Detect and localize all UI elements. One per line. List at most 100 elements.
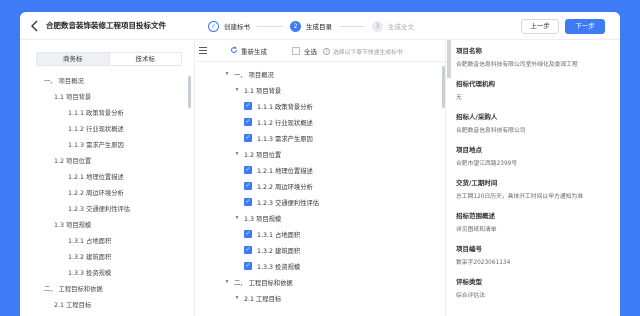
field-label: 招标范围概述: [456, 212, 495, 220]
header-bar: 合肥数音装饰装修工程项目投标文件 ✓ 创建标书 2 生成目录 3 生成全文 上一…: [20, 12, 620, 40]
field-label: 评标类型: [456, 278, 482, 286]
caret-down-icon[interactable]: ▾: [224, 71, 230, 77]
info-field: 项目名称 合肥数音信息科技有限公司室外绿化及景观工程: [456, 45, 616, 68]
outline-item[interactable]: 1.3.3 投资规模: [20, 266, 188, 282]
selection-toolbar: 重新生成 全选 i 选择以下章节快速生成标书: [196, 40, 446, 62]
chapter-label: 1.3.2 建筑面积: [257, 247, 301, 255]
outline-scrollbar[interactable]: [188, 76, 191, 108]
chapter-tree-row[interactable]: ▾ 1.3 项目规模: [196, 210, 442, 226]
chapter-tree-row[interactable]: ▾ 1.2 项目位置: [196, 146, 442, 162]
field-label: 项目编号: [456, 245, 482, 253]
outline-item[interactable]: 1.2.1 地理位置描述: [20, 170, 188, 186]
checkbox-checked[interactable]: ✓: [244, 230, 252, 238]
chapter-label: 1.2.3 交通便利性评估: [257, 199, 320, 207]
chapter-selection-panel: 重新生成 全选 i 选择以下章节快速生成标书 ▾ 一、 项目概况 ▾ 1.1 项目背景…: [196, 40, 446, 316]
list-icon[interactable]: [199, 47, 207, 54]
outline-item[interactable]: 二、 工程目标和依据: [20, 282, 188, 298]
chapter-label: 1.2.2 周边环境分析: [257, 183, 313, 191]
step-1-number: ✓: [208, 20, 219, 32]
selection-hint: i 选择以下章节快速生成标书: [323, 47, 403, 56]
chapter-tree-row[interactable]: ✓ 1.3.1 占地面积: [196, 226, 442, 242]
checkbox-checked[interactable]: ✓: [244, 198, 252, 206]
chapter-tree-row[interactable]: ✓ 1.2.1 地理位置描述: [196, 162, 442, 178]
caret-down-icon[interactable]: ▾: [234, 215, 240, 221]
chapter-tree-row[interactable]: ▾ 一、 项目概况: [196, 66, 442, 82]
chapter-label: 1.1.2 行业现状概述: [257, 119, 313, 127]
select-all-checkbox[interactable]: 全选: [292, 46, 317, 56]
outline-item[interactable]: 2.1 工程目标: [20, 298, 188, 314]
step-create[interactable]: ✓ 创建标书: [208, 20, 250, 32]
info-field: 评标类型 综合评估法: [456, 276, 616, 299]
chapter-tree-row[interactable]: ✓ 1.2.3 交通便利性评估: [196, 194, 442, 210]
regenerate-button[interactable]: 重新生成: [230, 46, 267, 56]
project-info-panel: 项目名称 合肥数音信息科技有限公司室外绿化及景观工程 招标代理机构无招标人/采购人合…: [447, 40, 620, 316]
tab-business[interactable]: 商务标: [37, 53, 109, 65]
chapter-tree: ▾ 一、 项目概况 ▾ 1.1 项目背景 ✓ 1.1.1 政策背景分析 ✓ 1.1.2 行业现…: [196, 66, 442, 306]
step-fulltext[interactable]: 3 生成全文: [372, 20, 414, 32]
outline-item[interactable]: 1.3 项目规模: [20, 218, 188, 234]
step-2-number: 2: [290, 20, 301, 32]
checkbox-checked[interactable]: ✓: [244, 134, 252, 142]
info-field: 项目地点 合肥市望江西路2399号: [456, 144, 616, 167]
outline-item[interactable]: 1.3.1 占地面积: [20, 234, 188, 250]
caret-down-icon[interactable]: ▾: [234, 87, 240, 93]
field-label: 项目名称: [456, 47, 482, 55]
chevron-left-icon[interactable]: [30, 20, 42, 32]
step-3-number: 3: [372, 20, 383, 32]
chapter-label: 2.1 工程目标: [244, 295, 282, 303]
tab-technical[interactable]: 技术标: [108, 53, 182, 65]
field-label: 交货/工期时间: [456, 179, 498, 187]
checkbox-checked[interactable]: ✓: [244, 246, 252, 254]
caret-down-icon[interactable]: ▾: [224, 279, 230, 285]
previous-step-button[interactable]: 上一步: [521, 19, 559, 34]
checkbox[interactable]: [292, 47, 300, 55]
info-scrollbar[interactable]: [447, 40, 451, 78]
step-2-label: 生成目录: [306, 23, 332, 31]
page-title: 合肥数音装饰装修工程项目投标文件: [46, 21, 166, 30]
info-field: 招标范围概述 详见图纸和清单: [456, 210, 616, 233]
chapter-label: 1.3 项目规模: [244, 215, 282, 223]
bid-type-tabs: 商务标 技术标: [36, 52, 182, 66]
step-indicator: ✓ 创建标书 2 生成目录 3 生成全文: [208, 19, 414, 33]
info-field: 交货/工期时间总工期120日历天，具体开工时间以甲方通知为准: [456, 177, 616, 200]
checkbox-checked[interactable]: ✓: [244, 118, 252, 126]
next-step-button[interactable]: 下一步: [565, 19, 605, 34]
checkbox-checked[interactable]: ✓: [244, 182, 252, 190]
outline-item[interactable]: 1.1.2 行业现状概述: [20, 122, 188, 138]
chapter-scrollbar[interactable]: [442, 66, 445, 108]
checkbox-checked[interactable]: ✓: [244, 102, 252, 110]
chapter-tree-row[interactable]: ▾ 1.1 项目背景: [196, 82, 442, 98]
field-value: 数采字2023061134: [456, 260, 511, 266]
outline-item[interactable]: 1.2 项目位置: [20, 154, 188, 170]
step-outline[interactable]: 2 生成目录: [290, 20, 332, 32]
caret-down-icon[interactable]: ▾: [234, 295, 240, 301]
checkbox-checked[interactable]: ✓: [244, 262, 252, 270]
step-divider: [339, 25, 365, 27]
app-window: 合肥数音装饰装修工程项目投标文件 ✓ 创建标书 2 生成目录 3 生成全文 上一…: [20, 12, 620, 316]
hint-text: 选择以下章节快速生成标书: [333, 50, 403, 56]
outline-item[interactable]: 1.1 项目背景: [20, 90, 188, 106]
chapter-tree-row[interactable]: ▾ 二、 工程目标和依据: [196, 274, 442, 290]
chapter-tree-row[interactable]: ✓ 1.3.2 建筑面积: [196, 242, 442, 258]
chapter-label: 1.2 项目位置: [244, 151, 282, 159]
field-value: 详见图纸和清单: [456, 227, 497, 233]
outline-item[interactable]: 一、 项目概况: [20, 74, 188, 90]
caret-down-icon[interactable]: ▾: [234, 151, 240, 157]
chapter-tree-row[interactable]: ✓ 1.2.2 周边环境分析: [196, 178, 442, 194]
outline-item[interactable]: 1.1.3 需求产生原因: [20, 138, 188, 154]
chapter-label: 1.3.3 投资规模: [257, 263, 301, 271]
outline-item[interactable]: 1.2.2 周边环境分析: [20, 186, 188, 202]
checkbox-checked[interactable]: ✓: [244, 166, 252, 174]
outline-item[interactable]: 1.1.1 政策背景分析: [20, 106, 188, 122]
info-field: 招标代理机构无: [456, 78, 616, 101]
chapter-label: 1.3.1 占地面积: [257, 231, 301, 239]
field-value: 总工期120日历天，具体开工时间以甲方通知为准: [456, 194, 584, 200]
chapter-tree-row[interactable]: ✓ 1.3.3 投资规模: [196, 258, 442, 274]
chapter-tree-row[interactable]: ✓ 1.1.1 政策背景分析: [196, 98, 442, 114]
outline-list: 一、 项目概况 1.1 项目背景 1.1.1 政策背景分析 1.1.2 行业现状概述 1…: [20, 74, 188, 314]
chapter-tree-row[interactable]: ✓ 1.1.2 行业现状概述: [196, 114, 442, 130]
outline-item[interactable]: 1.2.3 交通便利性评估: [20, 202, 188, 218]
chapter-tree-row[interactable]: ▾ 2.1 工程目标: [196, 290, 442, 306]
outline-item[interactable]: 1.3.2 建筑面积: [20, 250, 188, 266]
chapter-tree-row[interactable]: ✓ 1.1.3 需求产生原因: [196, 130, 442, 146]
